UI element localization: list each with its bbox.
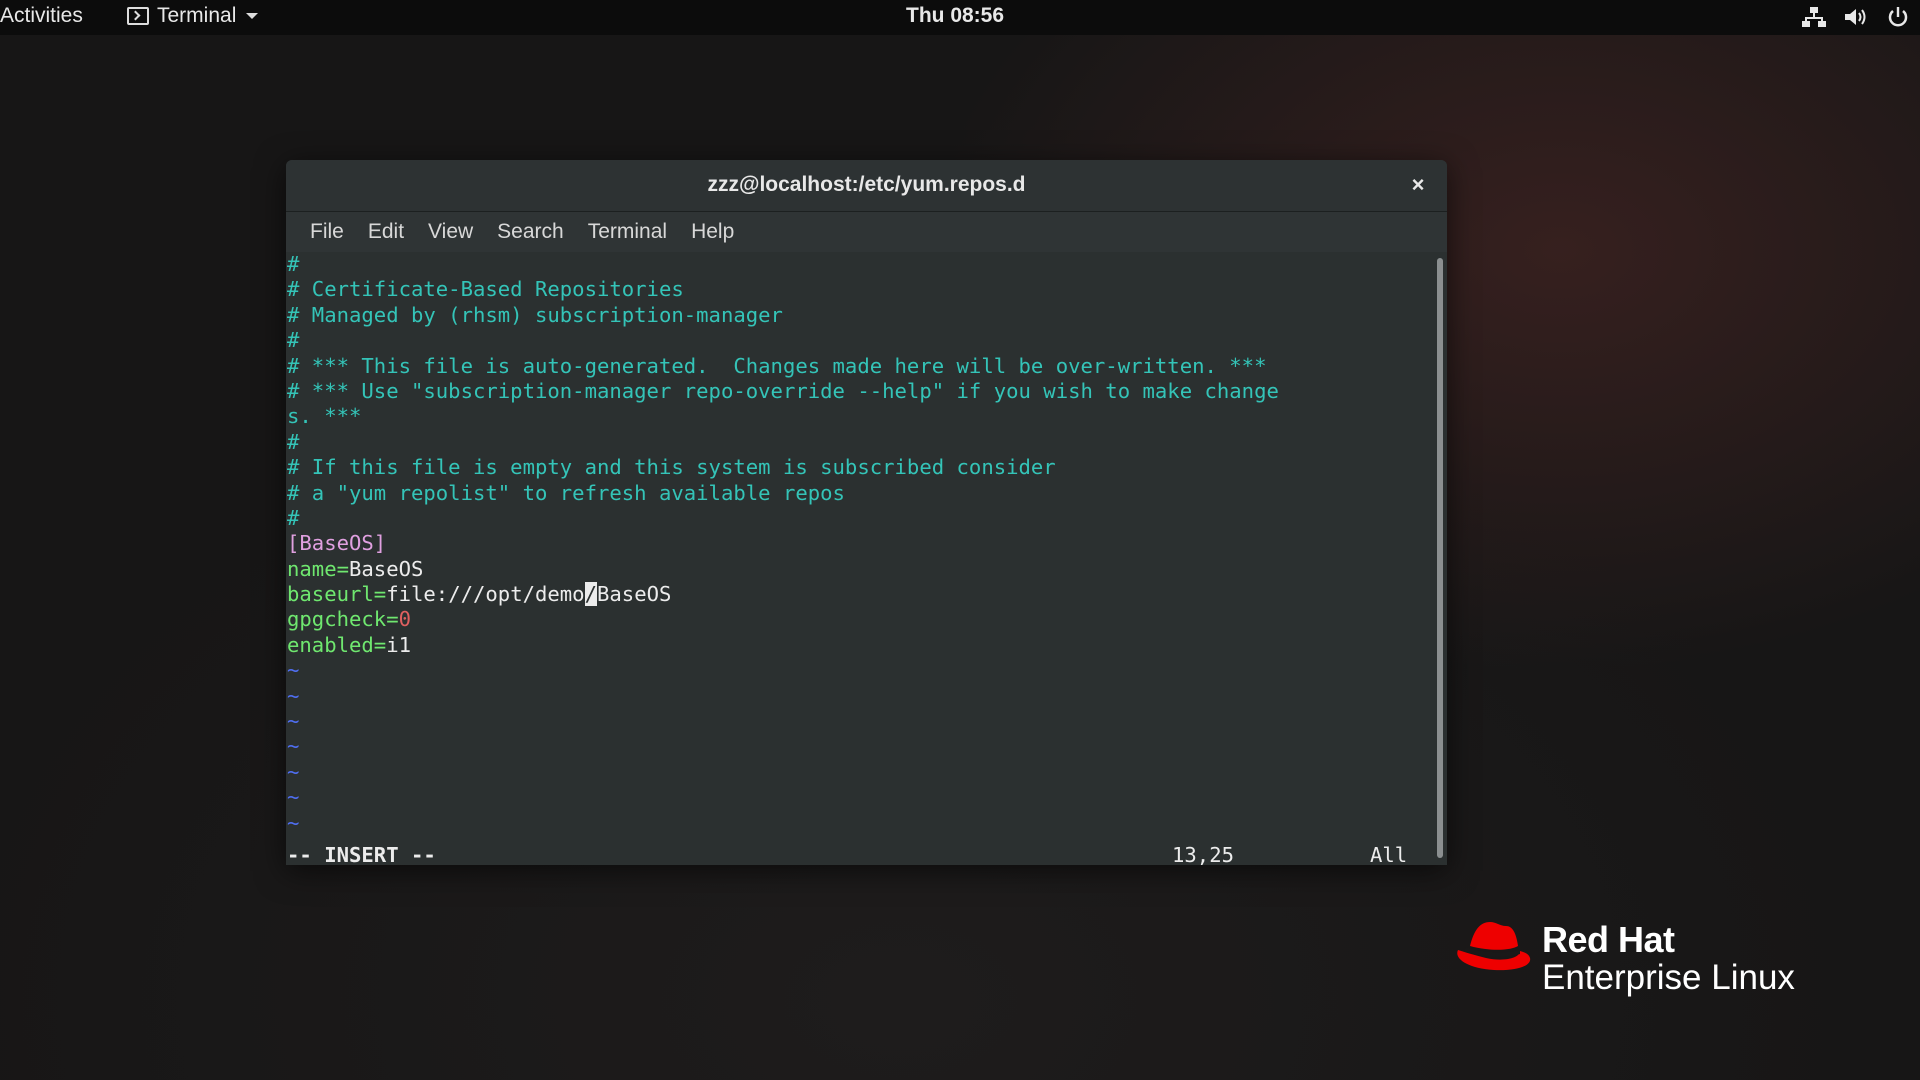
vim-scroll-indicator: All <box>1370 843 1408 865</box>
comment-text: # <box>287 505 300 530</box>
config-key: baseurl= <box>287 582 387 607</box>
terminal-window[interactable]: zzz@localhost:/etc/yum.repos.d × File Ed… <box>286 160 1447 865</box>
scrollbar-thumb[interactable] <box>1437 258 1443 858</box>
tilde-marker: ~ <box>287 759 300 784</box>
empty-line-marker[interactable]: ~ <box>287 785 1279 810</box>
config-value: i1 <box>386 632 412 657</box>
editor-line[interactable]: # *** Use "subscription-manager repo-ove… <box>287 379 1279 404</box>
editor-line[interactable]: # If this file is empty and this system … <box>287 455 1279 480</box>
menu-bar: File Edit View Search Terminal Help <box>286 212 1447 252</box>
comment-text: # *** This file is auto-generated. Chang… <box>287 353 1267 378</box>
comment-text: # <box>287 429 300 454</box>
editor-line[interactable]: # Certificate-Based Repositories <box>287 277 1279 302</box>
activities-button[interactable]: Activities <box>0 4 83 28</box>
section-header: [BaseOS] <box>287 531 387 556</box>
editor-buffer[interactable]: # # Certificate-Based Repositories # Manag… <box>287 252 1279 836</box>
vim-cursor-position: 13,25 <box>1172 843 1234 865</box>
editor-line[interactable]: # <box>287 430 1279 455</box>
config-value: BaseOS <box>349 556 424 581</box>
brand-product: Enterprise Linux <box>1542 958 1795 997</box>
network-icon[interactable] <box>1802 6 1826 28</box>
empty-line-marker[interactable]: ~ <box>287 684 1279 709</box>
editor-line[interactable]: s. *** <box>287 404 1279 429</box>
tilde-marker: ~ <box>287 785 300 810</box>
editor-line[interactable]: # <box>287 328 1279 353</box>
empty-line-marker[interactable]: ~ <box>287 709 1279 734</box>
comment-text: # If this file is empty and this system … <box>287 455 1056 480</box>
editor-line[interactable]: # a "yum repolist" to refresh available … <box>287 481 1279 506</box>
editor-line[interactable]: enabled=i1 <box>287 633 1279 658</box>
menu-edit[interactable]: Edit <box>356 220 416 244</box>
power-icon[interactable] <box>1886 5 1910 29</box>
vim-mode: -- INSERT -- <box>287 843 436 865</box>
comment-text: # <box>287 328 300 353</box>
redhat-logo: Red Hat Enterprise Linux <box>1454 916 1854 1006</box>
top-bar: Activities Terminal Thu 08:56 <box>0 0 1920 35</box>
comment-text: # <box>287 252 300 276</box>
tilde-marker: ~ <box>287 709 300 734</box>
comment-text: # *** Use "subscription-manager repo-ove… <box>287 378 1279 403</box>
window-titlebar[interactable]: zzz@localhost:/etc/yum.repos.d × <box>286 160 1447 212</box>
config-key: enabled= <box>287 632 387 657</box>
editor-line[interactable]: # Managed by (rhsm) subscription-manager <box>287 303 1279 328</box>
comment-text: # a "yum repolist" to refresh available … <box>287 480 845 505</box>
brand-name: Red Hat <box>1542 919 1675 960</box>
editor-line[interactable]: # <box>287 506 1279 531</box>
editor-line[interactable]: name=BaseOS <box>287 557 1279 582</box>
clock[interactable]: Thu 08:56 <box>906 4 1004 28</box>
menu-file[interactable]: File <box>298 220 356 244</box>
menu-search[interactable]: Search <box>485 220 576 244</box>
text-cursor: / <box>584 582 597 607</box>
scrollbar[interactable] <box>1433 252 1447 865</box>
editor-line[interactable]: # <box>287 252 1279 277</box>
empty-line-marker[interactable]: ~ <box>287 734 1279 759</box>
vim-status-bar: -- INSERT -- 13,25 All <box>287 843 1433 865</box>
editor-line[interactable]: gpgcheck=0 <box>287 607 1279 632</box>
empty-line-marker[interactable]: ~ <box>287 811 1279 836</box>
tilde-marker: ~ <box>287 658 300 683</box>
volume-icon[interactable] <box>1844 6 1868 28</box>
terminal-content[interactable]: # # Certificate-Based Repositories # Manag… <box>286 252 1433 865</box>
window-title: zzz@localhost:/etc/yum.repos.d <box>707 173 1026 196</box>
app-menu-label: Terminal <box>157 4 237 27</box>
terminal-icon <box>127 7 149 25</box>
close-button[interactable]: × <box>1403 170 1433 200</box>
empty-line-marker[interactable]: ~ <box>287 658 1279 683</box>
config-value: file:///opt/demo <box>386 582 585 607</box>
chevron-down-icon <box>246 13 259 19</box>
menu-help[interactable]: Help <box>679 220 746 244</box>
config-key: name= <box>287 556 349 581</box>
config-value: BaseOS <box>597 582 672 607</box>
tilde-marker: ~ <box>287 683 300 708</box>
menu-terminal[interactable]: Terminal <box>576 220 679 244</box>
redhat-hat-icon <box>1457 922 1531 971</box>
comment-text: s. *** <box>287 404 362 429</box>
app-menu-terminal[interactable]: Terminal <box>127 4 259 28</box>
tilde-marker: ~ <box>287 734 300 759</box>
system-tray[interactable] <box>1802 5 1910 29</box>
hat-crown <box>1470 922 1518 950</box>
config-key: gpgcheck= <box>287 607 399 632</box>
editor-line[interactable]: [BaseOS] <box>287 531 1279 556</box>
comment-text: # Certificate-Based Repositories <box>287 277 684 302</box>
menu-view[interactable]: View <box>416 220 485 244</box>
editor-line[interactable]: # *** This file is auto-generated. Chang… <box>287 354 1279 379</box>
tilde-marker: ~ <box>287 810 300 835</box>
empty-line-marker[interactable]: ~ <box>287 760 1279 785</box>
comment-text: # Managed by (rhsm) subscription-manager <box>287 302 783 327</box>
config-value: 0 <box>398 607 411 632</box>
editor-line[interactable]: baseurl=file:///opt/demo/BaseOS <box>287 582 1279 607</box>
